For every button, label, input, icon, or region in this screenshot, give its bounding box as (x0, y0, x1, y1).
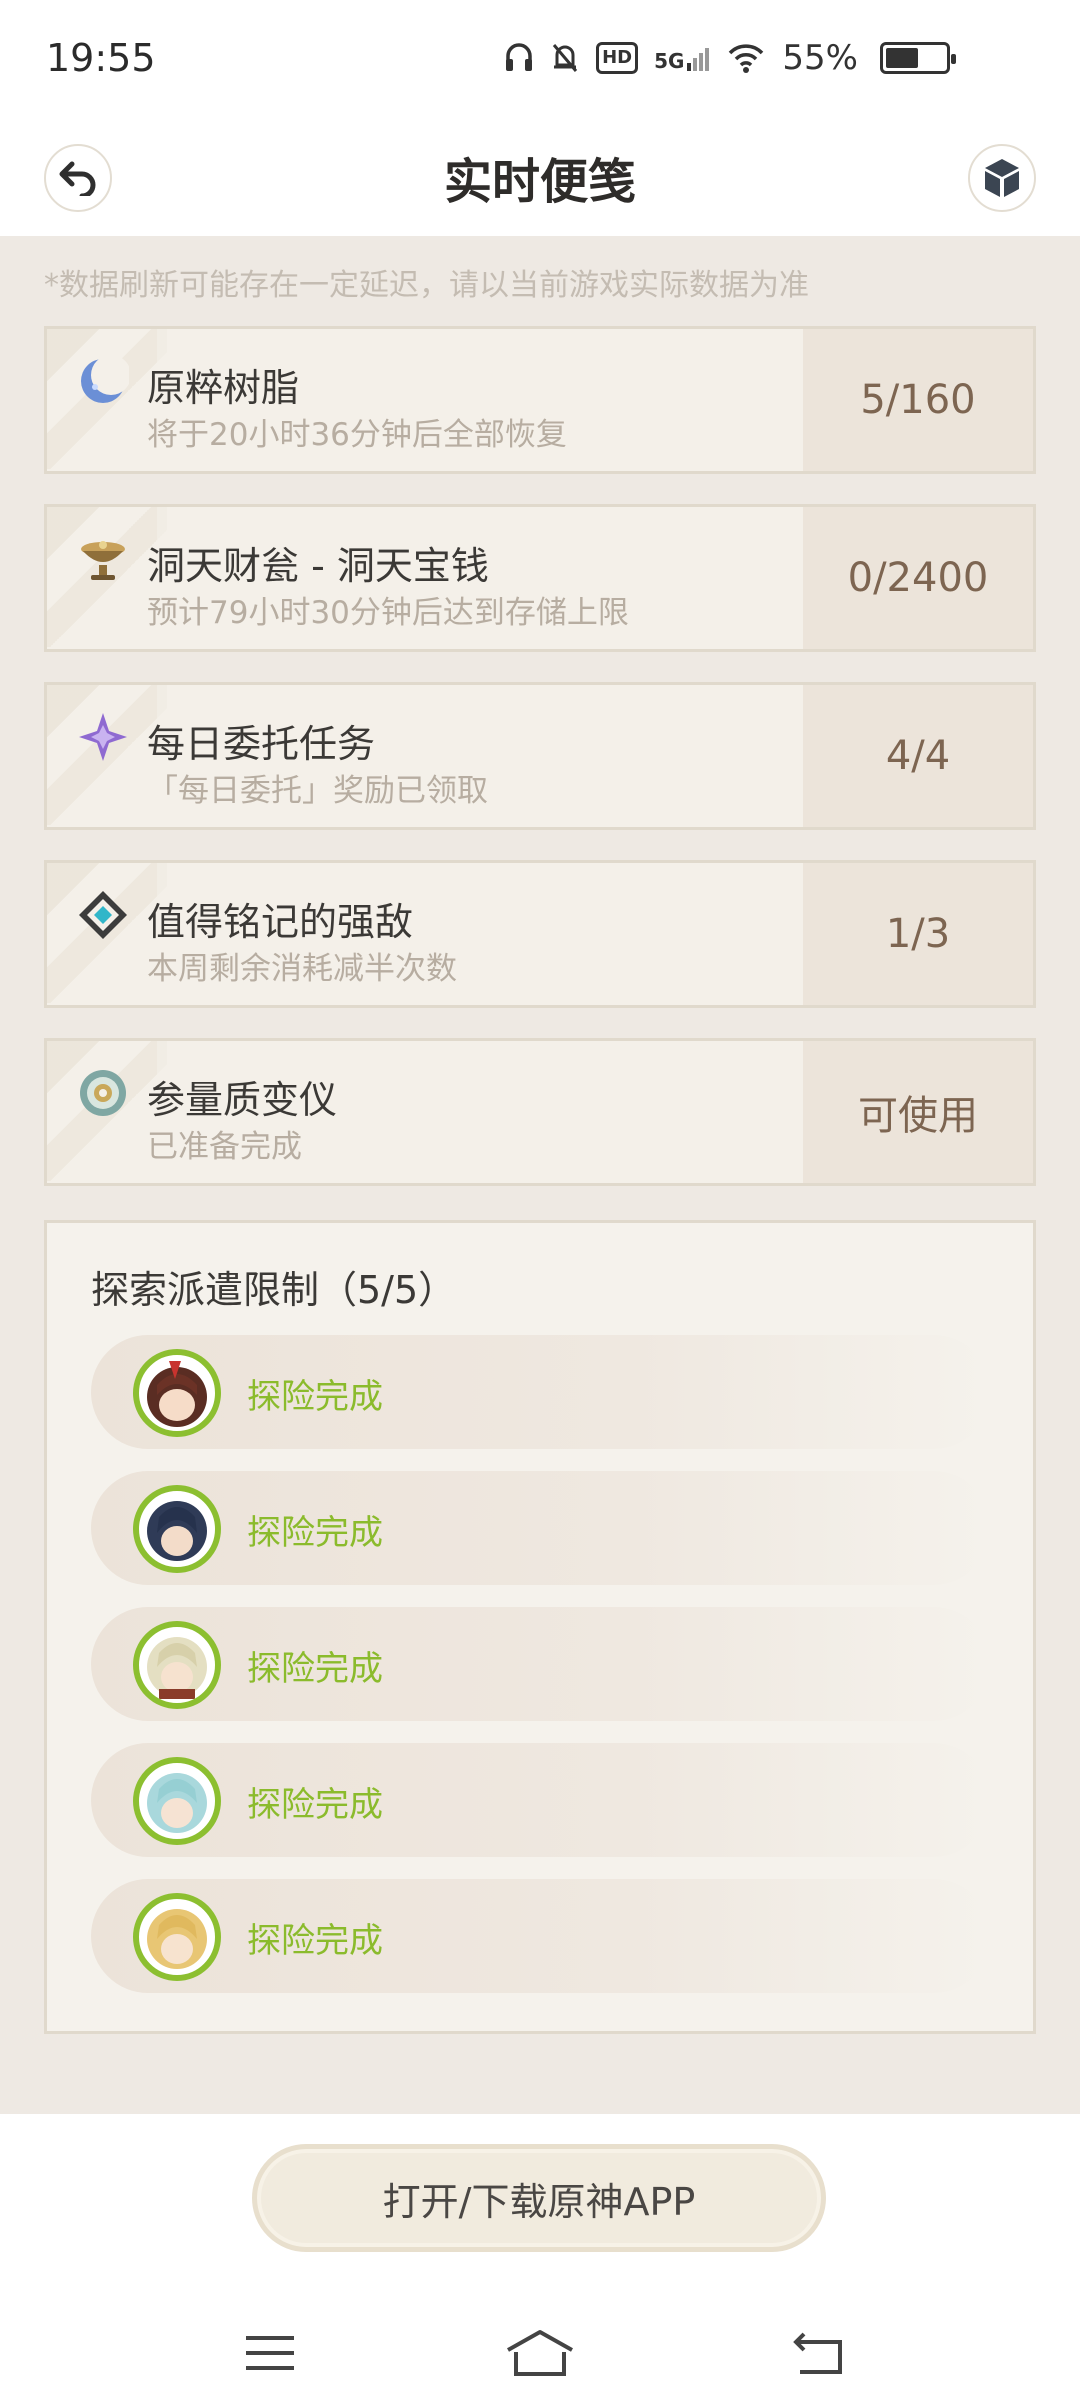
status-time: 19:55 (46, 36, 156, 80)
transformer-card[interactable]: 参量质变仪 已准备完成 可使用 (44, 1038, 1036, 1186)
app-header: 实时便笺 (0, 120, 1080, 236)
hd-badge: HD (596, 42, 639, 74)
status-icons: HD 5G 55% (504, 38, 956, 78)
expedition-item[interactable]: 探险完成 (91, 1471, 991, 1585)
expedition-status: 探险完成 (247, 1649, 383, 1689)
character-avatar (133, 1349, 221, 1437)
battery-percent: 55% (782, 38, 858, 78)
weekly-boss-card[interactable]: 值得铭记的强敌 本周剩余消耗减半次数 1/3 (44, 860, 1036, 1008)
expedition-status: 探险完成 (247, 1785, 383, 1825)
realm-currency-card[interactable]: 洞天财瓮 - 洞天宝钱 预计79小时30分钟后达到存储上限 0/2400 (44, 504, 1036, 652)
expedition-item[interactable]: 探险完成 (91, 1335, 991, 1449)
mute-bell-icon (550, 41, 580, 75)
return-icon (793, 2332, 842, 2374)
card-subtitle: 预计79小时30分钟后达到存储上限 (147, 595, 629, 631)
home-nav-button[interactable] (504, 2328, 576, 2378)
resin-card[interactable]: 原粹树脂 将于20小时36分钟后全部恢复 5/160 (44, 326, 1036, 474)
character-avatar (133, 1621, 221, 1709)
battery-icon (880, 42, 956, 74)
status-bar: 19:55 HD 5G 55% (0, 0, 1080, 120)
expedition-item[interactable]: 探险完成 (91, 1743, 991, 1857)
cell-signal-icon: 5G (654, 45, 710, 71)
expedition-item[interactable]: 探险完成 (91, 1607, 991, 1721)
card-value: 5/160 (803, 329, 1033, 471)
card-subtitle: 已准备完成 (147, 1129, 302, 1165)
expedition-status: 探险完成 (247, 1513, 383, 1553)
expedition-item[interactable]: 探险完成 (91, 1879, 991, 1993)
wifi-icon (726, 41, 766, 75)
transformer-gear-icon (77, 1067, 129, 1119)
headphones-icon (504, 41, 534, 75)
expedition-status: 探险完成 (247, 1921, 383, 1961)
card-subtitle: 本周剩余消耗减半次数 (147, 951, 457, 987)
bottom-area: 打开/下载原神APP (0, 2114, 1080, 2408)
card-title: 值得铭记的强敌 (147, 900, 414, 944)
card-title: 洞天财瓮 - 洞天宝钱 (147, 544, 489, 588)
expedition-status: 探险完成 (247, 1377, 383, 1417)
cube-button[interactable] (968, 144, 1036, 212)
commission-star-icon (77, 711, 129, 763)
home-icon (507, 2330, 573, 2376)
expedition-panel: 探索派遣限制（5/5） 探险完成 探险完成 探险完成 探险完成 探险完成 (44, 1220, 1036, 2034)
card-title: 参量质变仪 (147, 1078, 338, 1122)
card-title: 每日委托任务 (147, 722, 376, 766)
card-value: 1/3 (803, 863, 1033, 1005)
system-nav-bar (0, 2300, 1080, 2408)
open-app-button[interactable]: 打开/下载原神APP (252, 2144, 826, 2252)
character-avatar (133, 1485, 221, 1573)
card-title: 原粹树脂 (147, 366, 300, 410)
main-content: *数据刷新可能存在一定延迟，请以当前游戏实际数据为准 原粹树脂 将于20小时36… (0, 236, 1080, 2114)
data-delay-notice: *数据刷新可能存在一定延迟，请以当前游戏实际数据为准 (44, 268, 809, 303)
treasure-bowl-icon (77, 533, 129, 585)
menu-nav-button[interactable] (240, 2328, 300, 2378)
expedition-title: 探索派遣限制（5/5） (91, 1268, 457, 1312)
resin-moon-icon (77, 355, 131, 407)
back-nav-button[interactable] (790, 2328, 850, 2378)
cube-icon (985, 159, 1019, 197)
boss-diamond-icon (77, 889, 129, 941)
card-subtitle: 「每日委托」奖励已领取 (147, 773, 488, 809)
battery-fill (886, 48, 918, 68)
daily-commission-card[interactable]: 每日委托任务 「每日委托」奖励已领取 4/4 (44, 682, 1036, 830)
card-value: 4/4 (803, 685, 1033, 827)
menu-icon (246, 2336, 294, 2370)
card-subtitle: 将于20小时36分钟后全部恢复 (147, 417, 567, 453)
card-value: 0/2400 (803, 507, 1033, 649)
card-value: 可使用 (803, 1041, 1033, 1183)
character-avatar (133, 1757, 221, 1845)
page-title: 实时便笺 (443, 154, 636, 210)
character-avatar (133, 1893, 221, 1981)
